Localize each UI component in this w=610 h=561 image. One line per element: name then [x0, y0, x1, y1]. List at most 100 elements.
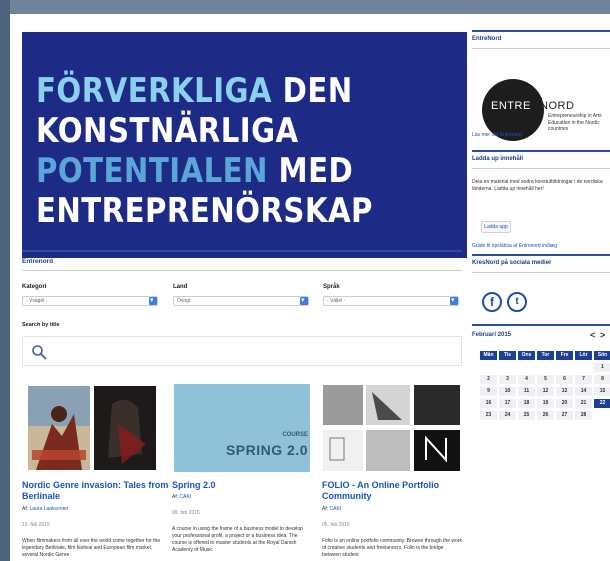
- hero-word-den: DEN: [282, 71, 353, 111]
- section-title: Entrenord: [22, 258, 54, 265]
- hero-line-3: POTENTIALEN MED: [36, 152, 353, 190]
- calendar-day-header: Ons: [518, 351, 535, 360]
- calendar-day[interactable]: 2: [480, 375, 497, 384]
- card-excerpt: When filmmakers from all over the world …: [22, 538, 161, 558]
- calendar-day-today[interactable]: 22: [594, 399, 610, 408]
- hero-line-1: FÖRVERKLIGA DEN: [36, 72, 353, 110]
- card-author-link[interactable]: CAKI: [180, 494, 192, 500]
- calendar-day[interactable]: 25: [518, 411, 535, 420]
- page: FÖRVERKLIGA DEN KONSTNÄRLIGA POTENTIALEN…: [10, 14, 610, 561]
- calendar-day[interactable]: 23: [480, 411, 497, 420]
- calendar-day[interactable]: 27: [556, 411, 573, 420]
- upload-guide-link[interactable]: Guide til opslättsa af Entrenord indlæg: [472, 243, 557, 249]
- section-rule-top: [22, 250, 462, 252]
- sidebar-upload-heading: Ladda up innehåll: [472, 156, 524, 162]
- calendar-day-header: Mån: [480, 351, 497, 360]
- filter-kategori-label: Kategori: [22, 284, 47, 290]
- calendar-day[interactable]: 12: [537, 387, 554, 396]
- logo-text-nord: NORD: [540, 100, 575, 112]
- calendar-day-header: Sön: [594, 351, 610, 360]
- calendar-next-button[interactable]: >: [600, 330, 605, 340]
- card-thumbnail-folio[interactable]: [322, 384, 462, 472]
- card-excerpt: A course in using the frame of a busines…: [172, 526, 303, 553]
- calendar-month: Februari 2015: [472, 332, 512, 338]
- logo-tagline: Entrepreneurship in Arts Education in th…: [548, 113, 602, 132]
- calendar-day[interactable]: 7: [575, 375, 592, 384]
- calendar-day[interactable]: 6: [556, 375, 573, 384]
- filter-land-value: Övrigt: [177, 298, 191, 304]
- hero-word-forverkliga: FÖRVERKLIGA: [36, 71, 273, 111]
- calendar-day[interactable]: 10: [499, 387, 516, 396]
- logo-text-entre: ENTRE: [491, 100, 531, 112]
- card-author: Af: Laura Laaksonen: [22, 506, 68, 512]
- browser-top-edge: [0, 0, 610, 14]
- calendar-day[interactable]: 19: [537, 399, 554, 408]
- section-rule-bottom: [22, 270, 462, 271]
- hero-word-potentialen: POTENTIALEN: [36, 151, 268, 191]
- calendar-day[interactable]: 4: [518, 375, 535, 384]
- calendar-day-header: Lör: [575, 351, 592, 360]
- calendar-day[interactable]: 24: [499, 411, 516, 420]
- calendar-day[interactable]: 13: [556, 387, 573, 396]
- filter-land-label: Land: [173, 284, 188, 290]
- card-author-prefix: Af:: [322, 506, 329, 512]
- calendar-day[interactable]: 9: [480, 387, 497, 396]
- card-excerpt: Folio is an online portfolio community. …: [322, 538, 462, 558]
- search-input[interactable]: [22, 336, 462, 366]
- card-author: Af: CAKI: [172, 494, 191, 500]
- sidebar-entrenord-heading: EntreNord: [472, 36, 502, 42]
- calendar-day[interactable]: 17: [499, 399, 516, 408]
- card-thumbnail-nordic-genre[interactable]: [22, 384, 162, 472]
- upload-button[interactable]: Ladda upp: [481, 221, 511, 233]
- hero-line-4: ENTREPRENÖRSKAP: [36, 191, 373, 231]
- calendar-day[interactable]: 28: [575, 411, 592, 420]
- calendar-prev-button[interactable]: <: [590, 330, 595, 340]
- card-title[interactable]: Nordic Genre invasion: Tales from Berlin…: [22, 480, 170, 502]
- hero-line-2: KONSTNÄRLIGA: [36, 111, 299, 151]
- card-date: 19. feb 2015: [22, 522, 50, 528]
- sidebar-rule: [472, 30, 610, 32]
- calendar-day[interactable]: 14: [575, 387, 592, 396]
- chevron-down-icon: [149, 296, 157, 305]
- calendar-day[interactable]: 21: [575, 399, 592, 408]
- card-thumbnail-spring[interactable]: COURSE SPRING 2.0: [172, 384, 312, 472]
- calendar-day[interactable]: 16: [480, 399, 497, 408]
- calendar-day[interactable]: 8: [594, 375, 610, 384]
- card-date: 09. feb 2015: [172, 510, 200, 516]
- calendar-day-header: Tis: [499, 351, 516, 360]
- read-more-link[interactable]: Läs mer om Entrenord: [472, 132, 522, 138]
- facebook-icon[interactable]: f: [482, 292, 502, 312]
- card-date: 05. feb 2015: [322, 522, 350, 528]
- calendar-day[interactable]: 3: [499, 375, 516, 384]
- calendar-day-header: Tor: [537, 351, 554, 360]
- sidebar-rule: [472, 48, 610, 49]
- sidebar-rule: [472, 150, 610, 152]
- card-author: Af: CAKI: [322, 506, 341, 512]
- filter-sprak-value: - Väljel -: [327, 298, 346, 304]
- filter-kategori-value: - Vsägel -: [26, 298, 48, 304]
- calendar-day[interactable]: 5: [537, 375, 554, 384]
- search-label: Search by title: [22, 322, 60, 328]
- twitter-icon[interactable]: t: [507, 292, 527, 312]
- card-title[interactable]: Spring 2.0: [172, 480, 320, 491]
- calendar-day[interactable]: 18: [518, 399, 535, 408]
- calendar-day[interactable]: 26: [537, 411, 554, 420]
- card-author-link[interactable]: CAKI: [330, 506, 342, 512]
- calendar-day[interactable]: 1: [594, 363, 610, 372]
- filter-kategori-select[interactable]: - Vsägel -: [22, 296, 158, 306]
- filter-land-select[interactable]: Övrigt: [173, 296, 309, 306]
- sidebar-rule: [472, 254, 610, 256]
- sidebar-rule: [472, 324, 610, 326]
- thumb-spring-text: SPRING 2.0: [225, 442, 308, 458]
- calendar-day[interactable]: 15: [594, 387, 610, 396]
- card-title[interactable]: FOLIO - An Online Portfolio Community: [322, 480, 470, 502]
- calendar-day[interactable]: 11: [518, 387, 535, 396]
- sidebar-rule: [472, 272, 610, 273]
- card-author-link[interactable]: Laura Laaksonen: [30, 506, 69, 512]
- filter-sprak-label: Språk: [323, 284, 340, 290]
- filter-sprak-select[interactable]: - Väljel -: [323, 296, 459, 306]
- search-icon[interactable]: [31, 344, 47, 360]
- hero-banner[interactable]: FÖRVERKLIGA DEN KONSTNÄRLIGA POTENTIALEN…: [22, 32, 467, 258]
- calendar-day[interactable]: 20: [556, 399, 573, 408]
- sidebar-social-heading: KresNord på sociala medier: [472, 260, 552, 266]
